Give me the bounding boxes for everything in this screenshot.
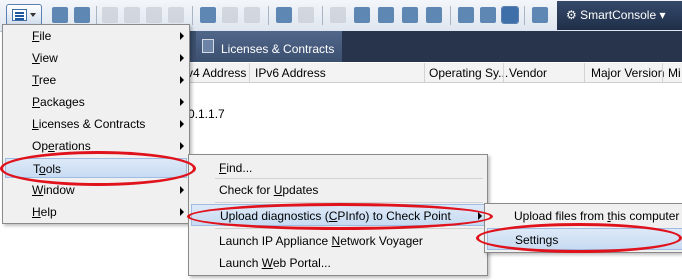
tools-item-4[interactable]: Launch Web Portal... bbox=[191, 252, 485, 274]
vpn-icon[interactable] bbox=[222, 7, 238, 23]
user-settings-icon[interactable] bbox=[402, 7, 418, 23]
submenu-arrow-icon bbox=[180, 208, 184, 216]
tools-item-0[interactable]: Find... bbox=[191, 157, 485, 179]
trust-icon[interactable] bbox=[330, 7, 346, 23]
menu-item-label: File bbox=[32, 29, 52, 43]
power-icon[interactable] bbox=[298, 7, 314, 23]
network-icon[interactable] bbox=[200, 7, 216, 23]
smartconsole-label[interactable]: ⚙ SmartConsole ▾ bbox=[566, 8, 666, 22]
menu-item-label: Licenses & Contracts bbox=[32, 117, 146, 131]
menu-item-label: View bbox=[32, 51, 58, 65]
submenu-arrow-icon bbox=[180, 98, 184, 106]
menu-item-help[interactable]: Help bbox=[5, 202, 187, 222]
menu-item-label: Check for Updates bbox=[219, 183, 319, 197]
annotation-ellipse-tools bbox=[0, 151, 196, 186]
submenu-arrow-icon bbox=[180, 76, 184, 84]
grid-header: v4 Address IPv6 Address Operating Sy... … bbox=[186, 63, 682, 83]
tools-item-3[interactable]: Launch IP Appliance Network Voyager bbox=[191, 230, 485, 252]
new-object-icon[interactable] bbox=[52, 7, 68, 23]
install-icon[interactable] bbox=[146, 7, 162, 23]
chevron-down-icon bbox=[30, 13, 36, 17]
document-icon bbox=[202, 39, 214, 53]
main-menu: File View Tree Packages Licenses & Contracts… bbox=[2, 24, 190, 224]
session-icon[interactable] bbox=[102, 7, 118, 23]
submenu-arrow-icon bbox=[180, 120, 184, 128]
tools-item-1[interactable]: Check for Updates bbox=[191, 179, 485, 201]
submenu-arrow-icon bbox=[180, 186, 184, 194]
tab-licenses-contracts[interactable]: Licenses & Contracts bbox=[196, 31, 342, 62]
contact-icon[interactable] bbox=[480, 7, 496, 23]
menu-item-packages[interactable]: Packages bbox=[5, 92, 187, 112]
menu-item-view[interactable]: View bbox=[5, 48, 187, 68]
install-policy-icon[interactable] bbox=[244, 7, 260, 23]
submenu-arrow-icon bbox=[180, 54, 184, 62]
menu-item-label: Launch Web Portal... bbox=[219, 256, 331, 270]
task-icon[interactable] bbox=[124, 7, 140, 23]
menu-item-file[interactable]: File bbox=[5, 26, 187, 46]
annotation-ellipse-settings bbox=[476, 223, 682, 253]
app-menu-button[interactable] bbox=[6, 4, 42, 26]
user-add-icon[interactable] bbox=[378, 7, 394, 23]
menu-item-licenses-contracts[interactable]: Licenses & Contracts bbox=[5, 114, 187, 134]
menu-item-label: Help bbox=[32, 205, 57, 219]
annotation-ellipse-upload bbox=[187, 203, 493, 230]
column-minor[interactable]: Mi bbox=[668, 66, 681, 80]
duplicate-icon[interactable] bbox=[74, 7, 90, 23]
tab-strip-empty bbox=[342, 31, 682, 62]
menu-item-label: Launch IP Appliance Network Voyager bbox=[219, 234, 423, 248]
menu-item-label: Upload files from this computer bbox=[514, 209, 680, 223]
column-ipv4[interactable]: v4 Address bbox=[187, 66, 246, 80]
table-cell-ip: 0.1.1.7 bbox=[188, 107, 225, 121]
menu-item-tree[interactable]: Tree bbox=[5, 70, 187, 90]
menu-divider bbox=[215, 178, 483, 179]
menu-item-label: Find... bbox=[219, 161, 253, 175]
submenu-arrow-icon bbox=[180, 32, 184, 40]
window-icon[interactable] bbox=[458, 7, 474, 23]
submenu-arrow-icon bbox=[180, 142, 184, 150]
menu-item-label: Packages bbox=[32, 95, 85, 109]
gear-icon: ⚙ bbox=[566, 8, 577, 22]
menu-icon bbox=[12, 9, 27, 21]
column-ipv6[interactable]: IPv6 Address bbox=[255, 66, 326, 80]
layout-icon[interactable] bbox=[501, 6, 519, 24]
user-remove-icon[interactable] bbox=[426, 7, 442, 23]
column-vendor[interactable]: Vendor bbox=[509, 66, 547, 80]
apps-icon[interactable] bbox=[532, 7, 548, 23]
menu-item-label: Tree bbox=[32, 73, 57, 87]
user-icon[interactable] bbox=[354, 7, 370, 23]
chevron-down-icon: ▾ bbox=[659, 8, 666, 22]
publish-icon[interactable] bbox=[168, 7, 184, 23]
column-major-version[interactable]: Major Version bbox=[591, 66, 664, 80]
column-os[interactable]: Operating Sy... bbox=[429, 66, 508, 80]
monitor-icon[interactable] bbox=[276, 7, 292, 23]
